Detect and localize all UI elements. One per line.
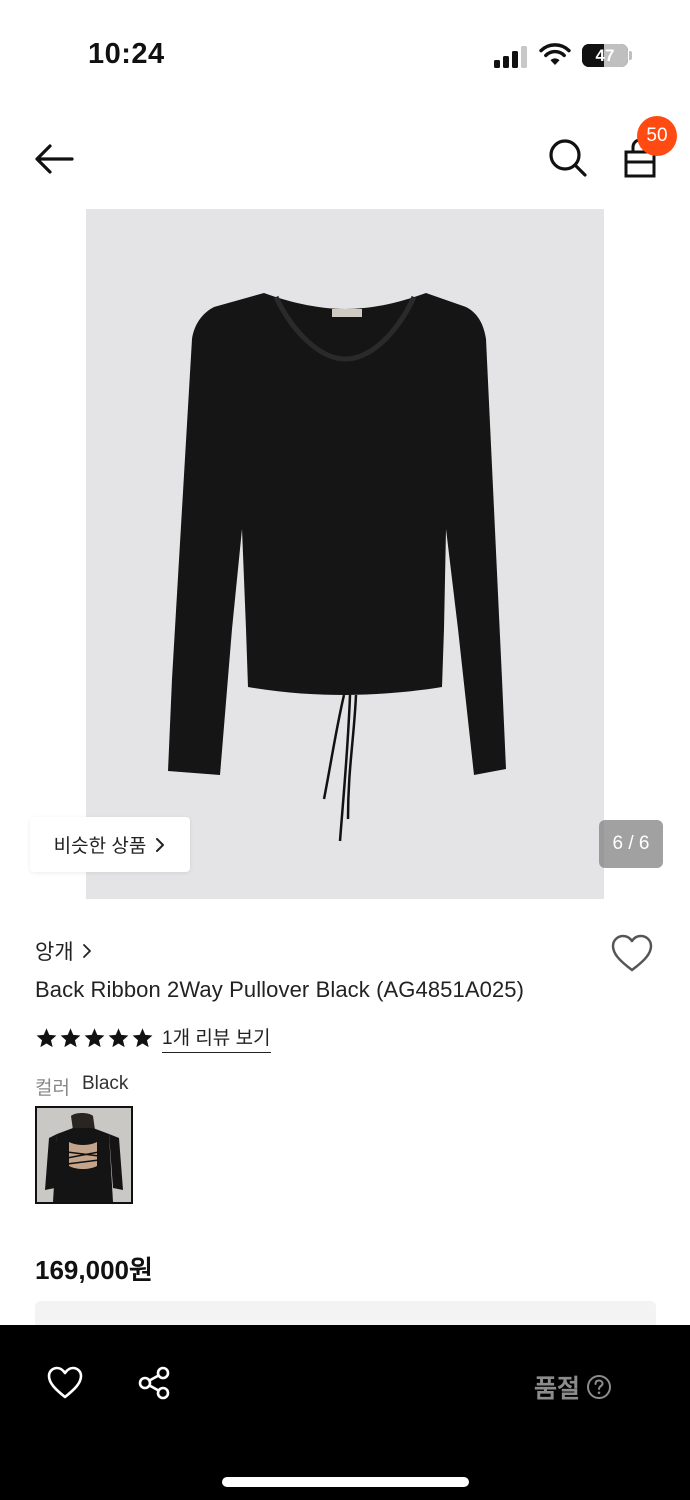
share-icon[interactable] — [136, 1365, 172, 1401]
top-navigation — [0, 120, 690, 200]
bottom-action-bar: 품절 — [0, 1325, 690, 1500]
color-row: 컬러 Black — [35, 1073, 128, 1100]
battery-nub — [629, 51, 632, 60]
product-price: 169,000원 — [35, 1255, 153, 1285]
chevron-right-icon — [156, 837, 165, 852]
similar-products-button[interactable]: 비슷한 상품 — [30, 817, 190, 872]
color-value: Black — [81, 1073, 129, 1094]
pullover-illustration — [168, 293, 506, 842]
chevron-right-icon — [82, 944, 91, 958]
product-name: Back Ribbon 2Way Pullover Black (AG4851A… — [35, 977, 525, 1002]
star-icon — [60, 1028, 81, 1048]
star-icon — [84, 1028, 105, 1048]
review-link[interactable]: 1개 리뷰 보기 — [162, 1023, 271, 1053]
signal-icon — [494, 46, 528, 68]
cart-count-badge: 50 — [637, 116, 677, 156]
home-indicator — [222, 1477, 469, 1487]
soldout-label: 품절 — [534, 1375, 581, 1403]
back-arrow-icon[interactable] — [30, 138, 80, 180]
star-icon — [132, 1028, 153, 1048]
color-swatch-thumbnail[interactable] — [35, 1106, 133, 1204]
product-image[interactable] — [86, 209, 604, 899]
battery-icon: 47 — [582, 44, 628, 67]
star-icon — [108, 1028, 129, 1048]
heart-icon[interactable] — [46, 1365, 84, 1401]
brand-name: 앙개 — [35, 941, 74, 964]
rating-row: 1개 리뷰 보기 — [35, 1023, 271, 1053]
soldout-status: 품절 — [534, 1369, 612, 1405]
status-bar: 10:24 47 — [0, 0, 690, 110]
help-circle-icon[interactable] — [586, 1374, 612, 1400]
star-rating — [35, 1027, 154, 1049]
star-icon — [36, 1028, 57, 1048]
heart-icon[interactable] — [610, 934, 654, 974]
battery-percent: 47 — [595, 46, 615, 65]
similar-products-label: 비슷한 상품 — [53, 836, 147, 857]
wifi-icon — [539, 43, 571, 65]
status-time: 10:24 — [88, 38, 165, 70]
image-page-indicator: 6 / 6 — [599, 820, 663, 868]
color-label: 컬러 — [35, 1078, 70, 1099]
search-icon[interactable] — [546, 136, 590, 180]
model-back-thumbnail — [37, 1108, 131, 1202]
brand-link[interactable]: 앙개 — [35, 936, 92, 966]
